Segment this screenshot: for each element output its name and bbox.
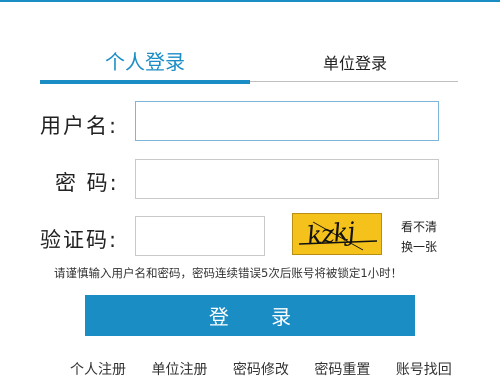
refresh-captcha-line1: 看不清 [401,220,438,234]
refresh-captcha-line2: 换一张 [401,240,438,254]
username-input[interactable] [135,101,439,141]
link-personal-register[interactable]: 个人注册 [70,359,126,379]
captcha-text: kzkj [305,216,356,251]
captcha-label: 验证码: [40,228,119,252]
link-change-password[interactable]: 密码修改 [233,359,289,379]
link-reset-password[interactable]: 密码重置 [314,359,370,379]
tab-personal-login[interactable]: 个人登录 [40,46,250,76]
footer-links: 个人注册 单位注册 密码修改 密码重置 账号找回 [70,359,470,379]
password-label: 密 码: [55,171,119,195]
tab-active-indicator [40,80,250,84]
refresh-captcha-link[interactable]: 看不清 换一张 [401,217,437,257]
link-unit-register[interactable]: 单位注册 [151,359,207,379]
username-label: 用户名: [40,114,119,138]
lockout-notice: 请谨慎输入用户名和密码，密码连续错误5次后账号将被锁定1小时！ [54,266,403,280]
captcha-input[interactable] [135,216,265,256]
captcha-image[interactable]: kzkj [292,213,382,255]
link-recover-account[interactable]: 账号找回 [396,359,452,379]
tab-unit-login[interactable]: 单位登录 [255,50,455,80]
password-input[interactable] [135,159,439,199]
login-button[interactable]: 登 录 [85,295,415,336]
top-accent-line [0,0,500,2]
